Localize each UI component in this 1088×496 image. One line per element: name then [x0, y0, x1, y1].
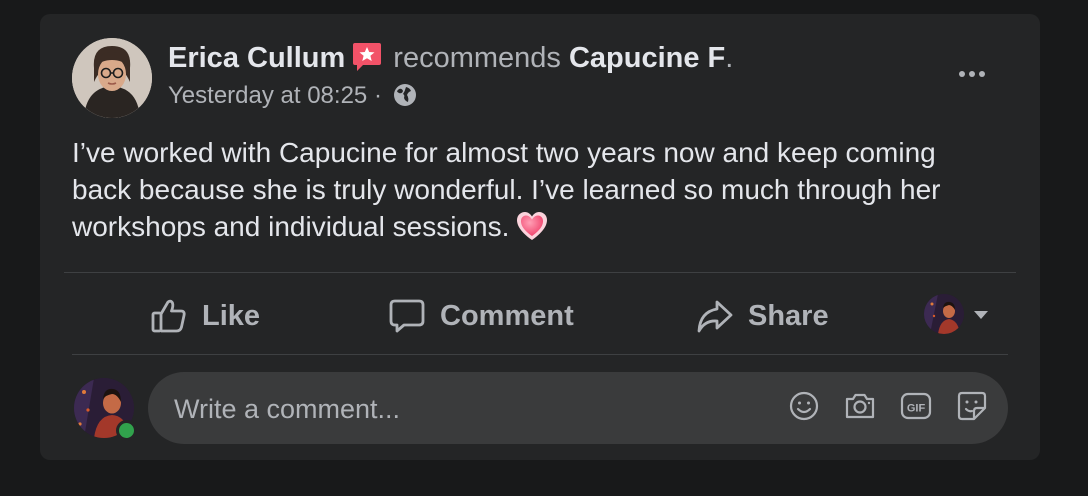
- photo-button[interactable]: [844, 392, 876, 424]
- dot: [979, 71, 985, 77]
- dot: [969, 71, 975, 77]
- actions-divider: [72, 354, 1008, 355]
- chevron-down-icon[interactable]: [974, 311, 988, 319]
- recommended-page-name[interactable]: Capucine F: [569, 42, 725, 74]
- comment-composer: GIF: [148, 372, 1008, 446]
- post-card: Erica Cullum recommends Capucine F. Yest…: [40, 14, 1040, 460]
- recommend-badge-icon: [351, 41, 383, 82]
- comment-label: Comment: [440, 299, 574, 332]
- gif-button[interactable]: GIF: [900, 392, 932, 424]
- gif-icon: GIF: [900, 391, 932, 426]
- post-body-text: I’ve worked with Capucine for almost two…: [72, 137, 941, 242]
- dot: [959, 71, 965, 77]
- smiley-icon: [789, 391, 819, 426]
- share-button[interactable]: Share: [696, 290, 829, 342]
- author-avatar[interactable]: [72, 38, 152, 118]
- post-meta: Yesterday at 08:25 ·: [168, 80, 417, 116]
- sticker-icon: [956, 390, 988, 427]
- like-button[interactable]: Like: [150, 290, 260, 342]
- more-options-button[interactable]: [948, 58, 996, 90]
- meta-separator: ·: [373, 82, 382, 109]
- svg-text:GIF: GIF: [907, 402, 926, 414]
- post-body: I’ve worked with Capucine for almost two…: [72, 134, 1002, 251]
- comment-input[interactable]: [172, 372, 756, 446]
- share-arrow-icon: [696, 297, 734, 335]
- share-as-avatar[interactable]: [924, 294, 964, 334]
- emoji-button[interactable]: [788, 391, 820, 426]
- sticker-button[interactable]: [956, 390, 988, 427]
- comment-button[interactable]: Comment: [388, 290, 574, 342]
- thumbs-up-icon: [150, 297, 188, 335]
- recommends-text: recommends: [393, 42, 561, 74]
- author-name[interactable]: Erica Cullum: [168, 42, 345, 74]
- target-suffix: .: [725, 42, 734, 74]
- share-label: Share: [748, 299, 829, 332]
- sparkling-heart-icon: [515, 210, 549, 251]
- globe-icon[interactable]: [393, 83, 417, 116]
- body-divider: [64, 272, 1016, 273]
- like-label: Like: [202, 299, 261, 332]
- post-timestamp[interactable]: Yesterday at 08:25: [168, 82, 367, 109]
- comment-bubble-icon: [388, 297, 426, 335]
- online-status-indicator: [116, 420, 137, 441]
- post-header: Erica Cullum recommends Capucine F.: [168, 40, 733, 82]
- camera-icon: [844, 391, 876, 426]
